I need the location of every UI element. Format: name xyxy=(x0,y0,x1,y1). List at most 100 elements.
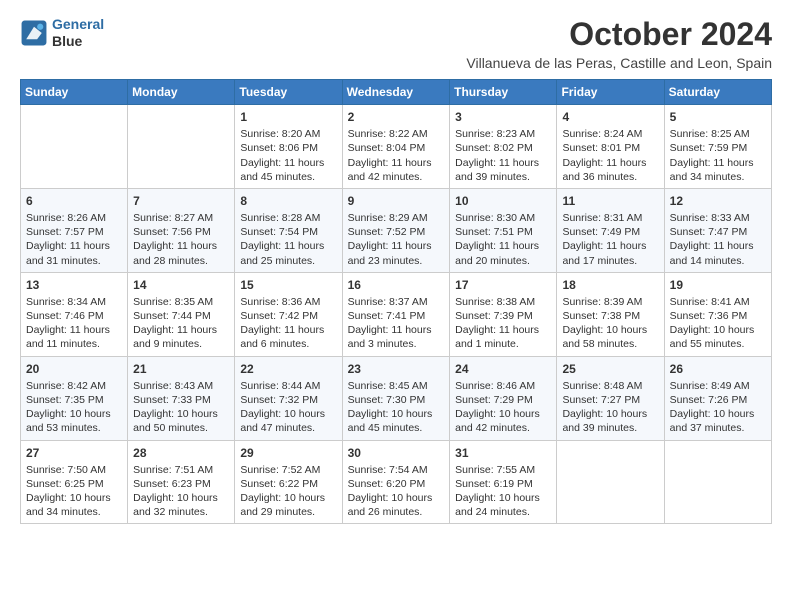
calendar-cell: 12Sunrise: 8:33 AM Sunset: 7:47 PM Dayli… xyxy=(664,188,771,272)
calendar-cell: 31 Sunrise: 7:55 AM Sunset: 6:19 PM Dayli… xyxy=(450,440,557,524)
calendar-header-saturday: Saturday xyxy=(664,80,771,105)
day-info: Sunrise: 8:36 AM Sunset: 7:42 PM Dayligh… xyxy=(240,295,336,352)
calendar-cell: 5 Sunrise: 8:25 AM Sunset: 7:59 PM Daylig… xyxy=(664,105,771,189)
day-number: 13 xyxy=(26,277,122,293)
day-number: 29 xyxy=(240,445,336,461)
day-number: 22 xyxy=(240,361,336,377)
day-info: Sunrise: 8:29 AM Sunset: 7:52 PM Dayligh… xyxy=(348,211,445,268)
day-number: 6 xyxy=(26,193,122,209)
calendar-cell: 17Sunrise: 8:38 AM Sunset: 7:39 PM Dayli… xyxy=(450,272,557,356)
day-number: 14 xyxy=(133,277,229,293)
day-info: Sunrise: 8:39 AM Sunset: 7:38 PM Dayligh… xyxy=(562,295,658,352)
day-number: 28 xyxy=(133,445,229,461)
day-info: Sunrise: 8:22 AM Sunset: 8:04 PM Dayligh… xyxy=(348,127,445,184)
calendar-header-sunday: Sunday xyxy=(21,80,128,105)
calendar-table: SundayMondayTuesdayWednesdayThursdayFrid… xyxy=(20,79,772,524)
day-info: Sunrise: 8:25 AM Sunset: 7:59 PM Dayligh… xyxy=(670,127,766,184)
calendar-week-row: 13 Sunrise: 8:34 AM Sunset: 7:46 PM Dayli… xyxy=(21,272,772,356)
day-info: Sunrise: 7:55 AM Sunset: 6:19 PM Dayligh… xyxy=(455,463,551,520)
day-number: 25 xyxy=(562,361,658,377)
day-number: 24 xyxy=(455,361,551,377)
page-subtitle: Villanueva de las Peras, Castille and Le… xyxy=(466,55,772,71)
day-number: 7 xyxy=(133,193,229,209)
calendar-cell: 30Sunrise: 7:54 AM Sunset: 6:20 PM Dayli… xyxy=(342,440,450,524)
calendar-header-monday: Monday xyxy=(128,80,235,105)
calendar-cell: 29 Sunrise: 7:52 AM Sunset: 6:22 PM Dayli… xyxy=(235,440,342,524)
day-number: 4 xyxy=(562,109,658,125)
logo-text: General Blue xyxy=(52,16,104,50)
calendar-cell: 26Sunrise: 8:49 AM Sunset: 7:26 PM Dayli… xyxy=(664,356,771,440)
day-info: Sunrise: 8:23 AM Sunset: 8:02 PM Dayligh… xyxy=(455,127,551,184)
day-info: Sunrise: 8:48 AM Sunset: 7:27 PM Dayligh… xyxy=(562,379,658,436)
page-title: October 2024 xyxy=(466,16,772,53)
day-info: Sunrise: 8:44 AM Sunset: 7:32 PM Dayligh… xyxy=(240,379,336,436)
calendar-header-wednesday: Wednesday xyxy=(342,80,450,105)
calendar-cell: 8Sunrise: 8:28 AM Sunset: 7:54 PM Daylig… xyxy=(235,188,342,272)
day-info: Sunrise: 8:34 AM Sunset: 7:46 PM Dayligh… xyxy=(26,295,122,352)
calendar-cell: 1 Sunrise: 8:20 AM Sunset: 8:06 PM Daylig… xyxy=(235,105,342,189)
calendar-cell: 25 Sunrise: 8:48 AM Sunset: 7:27 PM Dayli… xyxy=(557,356,664,440)
calendar-cell: 7 Sunrise: 8:27 AM Sunset: 7:56 PM Daylig… xyxy=(128,188,235,272)
calendar-cell: 2 Sunrise: 8:22 AM Sunset: 8:04 PM Daylig… xyxy=(342,105,450,189)
day-info: Sunrise: 8:27 AM Sunset: 7:56 PM Dayligh… xyxy=(133,211,229,268)
day-info: Sunrise: 8:31 AM Sunset: 7:49 PM Dayligh… xyxy=(562,211,658,268)
calendar-cell xyxy=(128,105,235,189)
day-info: Sunrise: 8:42 AM Sunset: 7:35 PM Dayligh… xyxy=(26,379,122,436)
logo-icon xyxy=(20,19,48,47)
calendar-cell xyxy=(21,105,128,189)
day-number: 3 xyxy=(455,109,551,125)
calendar-week-row: 27 Sunrise: 7:50 AM Sunset: 6:25 PM Dayli… xyxy=(21,440,772,524)
day-info: Sunrise: 7:50 AM Sunset: 6:25 PM Dayligh… xyxy=(26,463,122,520)
day-number: 5 xyxy=(670,109,766,125)
calendar-cell: 19 Sunrise: 8:41 AM Sunset: 7:36 PM Dayli… xyxy=(664,272,771,356)
calendar-cell: 13 Sunrise: 8:34 AM Sunset: 7:46 PM Dayli… xyxy=(21,272,128,356)
calendar-cell: 16 Sunrise: 8:37 AM Sunset: 7:41 PM Dayli… xyxy=(342,272,450,356)
calendar-cell: 15 Sunrise: 8:36 AM Sunset: 7:42 PM Dayli… xyxy=(235,272,342,356)
calendar-cell: 18 Sunrise: 8:39 AM Sunset: 7:38 PM Dayli… xyxy=(557,272,664,356)
calendar-week-row: 20Sunrise: 8:42 AM Sunset: 7:35 PM Dayli… xyxy=(21,356,772,440)
calendar-cell xyxy=(557,440,664,524)
title-area: October 2024 Villanueva de las Peras, Ca… xyxy=(466,16,772,71)
day-number: 1 xyxy=(240,109,336,125)
day-info: Sunrise: 7:51 AM Sunset: 6:23 PM Dayligh… xyxy=(133,463,229,520)
day-number: 31 xyxy=(455,445,551,461)
logo-line2: Blue xyxy=(52,33,104,50)
calendar-cell: 10Sunrise: 8:30 AM Sunset: 7:51 PM Dayli… xyxy=(450,188,557,272)
logo: General Blue xyxy=(20,16,104,50)
day-info: Sunrise: 7:52 AM Sunset: 6:22 PM Dayligh… xyxy=(240,463,336,520)
day-info: Sunrise: 8:26 AM Sunset: 7:57 PM Dayligh… xyxy=(26,211,122,268)
calendar-header-row: SundayMondayTuesdayWednesdayThursdayFrid… xyxy=(21,80,772,105)
calendar-cell: 23Sunrise: 8:45 AM Sunset: 7:30 PM Dayli… xyxy=(342,356,450,440)
calendar-cell: 4Sunrise: 8:24 AM Sunset: 8:01 PM Daylig… xyxy=(557,105,664,189)
day-info: Sunrise: 8:20 AM Sunset: 8:06 PM Dayligh… xyxy=(240,127,336,184)
calendar-cell: 6 Sunrise: 8:26 AM Sunset: 7:57 PM Daylig… xyxy=(21,188,128,272)
day-info: Sunrise: 8:37 AM Sunset: 7:41 PM Dayligh… xyxy=(348,295,445,352)
day-number: 17 xyxy=(455,277,551,293)
day-info: Sunrise: 8:28 AM Sunset: 7:54 PM Dayligh… xyxy=(240,211,336,268)
day-number: 11 xyxy=(562,193,658,209)
day-number: 15 xyxy=(240,277,336,293)
calendar-week-row: 1 Sunrise: 8:20 AM Sunset: 8:06 PM Daylig… xyxy=(21,105,772,189)
day-number: 21 xyxy=(133,361,229,377)
calendar-header-friday: Friday xyxy=(557,80,664,105)
calendar-cell: 3 Sunrise: 8:23 AM Sunset: 8:02 PM Daylig… xyxy=(450,105,557,189)
day-info: Sunrise: 8:35 AM Sunset: 7:44 PM Dayligh… xyxy=(133,295,229,352)
header: General Blue October 2024 Villanueva de … xyxy=(20,16,772,71)
day-info: Sunrise: 8:41 AM Sunset: 7:36 PM Dayligh… xyxy=(670,295,766,352)
day-number: 9 xyxy=(348,193,445,209)
calendar-body: 1 Sunrise: 8:20 AM Sunset: 8:06 PM Daylig… xyxy=(21,105,772,524)
day-number: 27 xyxy=(26,445,122,461)
day-number: 16 xyxy=(348,277,445,293)
day-number: 26 xyxy=(670,361,766,377)
calendar-cell: 22 Sunrise: 8:44 AM Sunset: 7:32 PM Dayli… xyxy=(235,356,342,440)
calendar-cell: 27 Sunrise: 7:50 AM Sunset: 6:25 PM Dayli… xyxy=(21,440,128,524)
calendar-week-row: 6 Sunrise: 8:26 AM Sunset: 7:57 PM Daylig… xyxy=(21,188,772,272)
calendar-cell: 21Sunrise: 8:43 AM Sunset: 7:33 PM Dayli… xyxy=(128,356,235,440)
day-number: 18 xyxy=(562,277,658,293)
day-info: Sunrise: 8:30 AM Sunset: 7:51 PM Dayligh… xyxy=(455,211,551,268)
day-info: Sunrise: 8:46 AM Sunset: 7:29 PM Dayligh… xyxy=(455,379,551,436)
day-number: 2 xyxy=(348,109,445,125)
calendar-cell: 20Sunrise: 8:42 AM Sunset: 7:35 PM Dayli… xyxy=(21,356,128,440)
day-number: 19 xyxy=(670,277,766,293)
day-number: 12 xyxy=(670,193,766,209)
